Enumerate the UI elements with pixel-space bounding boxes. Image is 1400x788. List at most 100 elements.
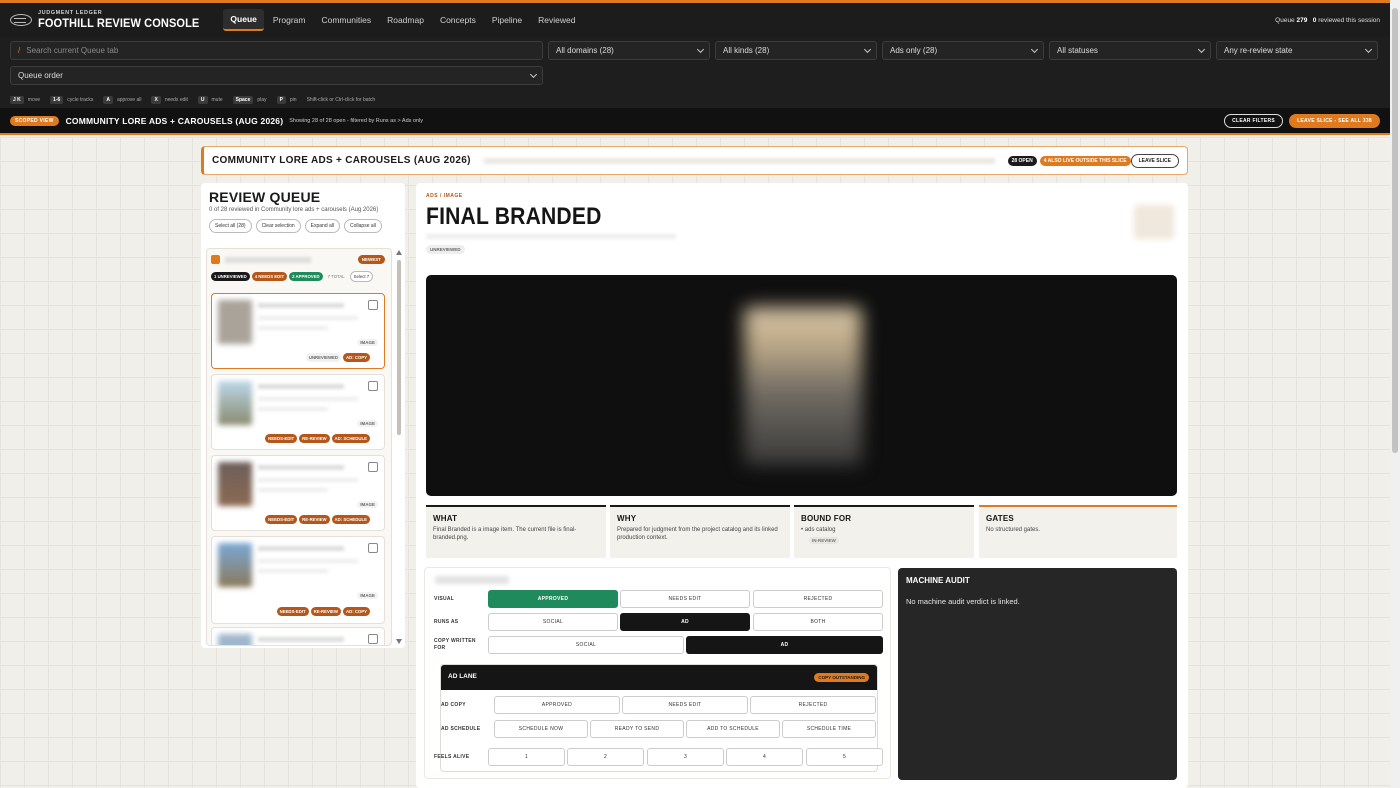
- review-title-blurred: [435, 576, 509, 584]
- nav-queue[interactable]: Queue: [223, 9, 264, 31]
- queue-title: REVIEW QUEUE: [209, 189, 321, 205]
- domain-select[interactable]: All domains (28): [548, 41, 710, 60]
- foothill-logo-icon: [10, 14, 32, 26]
- expand-all-button[interactable]: Expand all: [304, 219, 341, 233]
- schedule-now-button[interactable]: SCHEDULE NOW: [494, 720, 588, 738]
- card-title-blurred: [258, 546, 344, 551]
- visual-rejected-button[interactable]: REJECTED: [753, 590, 883, 608]
- brand-title: FOOTHILL REVIEW CONSOLE: [38, 16, 200, 30]
- clear-selection-button[interactable]: Clear selection: [255, 219, 301, 233]
- ad-copy-approved-button[interactable]: APPROVED: [494, 696, 620, 714]
- banner-leave-button[interactable]: LEAVE SLICE: [1130, 153, 1179, 168]
- copy-social-button[interactable]: SOCIAL: [488, 636, 684, 654]
- feels-alive-3-button[interactable]: 3: [647, 748, 724, 766]
- search-input[interactable]: / Search current Queue tab: [10, 41, 543, 60]
- queue-card[interactable]: IMAGE NEEDS-EDIT RE-REVIEW AD: COPY: [211, 536, 385, 624]
- visual-needs-edit-button[interactable]: NEEDS EDIT: [620, 590, 750, 608]
- nav-communities[interactable]: Communities: [314, 10, 378, 30]
- card-checkbox[interactable]: [368, 300, 378, 310]
- feels-alive-1-button[interactable]: 1: [488, 748, 565, 766]
- runs-ad-button[interactable]: AD: [620, 613, 750, 631]
- schedule-time-button[interactable]: SCHEDULE TIME: [782, 720, 876, 738]
- queue-card[interactable]: IMAGE UNREVIEWED AD: COPY: [211, 293, 385, 369]
- copy-ad-button[interactable]: AD: [686, 636, 883, 654]
- clear-filters-button[interactable]: CLEAR FILTERS: [1224, 113, 1284, 128]
- page-scroll-thumb[interactable]: [1392, 8, 1398, 453]
- card-thumbnail: [218, 300, 252, 344]
- card-checkbox[interactable]: [368, 634, 378, 644]
- ad-copy-label: AD COPY: [441, 702, 466, 708]
- unreviewed-count-pill: 1 UNREVIEWED: [211, 272, 250, 281]
- card-meta-blurred: [258, 559, 358, 563]
- nav-pipeline[interactable]: Pipeline: [485, 10, 529, 30]
- hint-text: cycle tracks: [67, 97, 94, 103]
- preview-image: [744, 307, 862, 465]
- nav-concepts[interactable]: Concepts: [433, 10, 483, 30]
- card-kind: IMAGE: [357, 339, 378, 346]
- ready-to-send-button[interactable]: READY TO SEND: [590, 720, 684, 738]
- bound-card: BOUND FOR • ads catalog IN-REVIEW: [794, 505, 974, 558]
- tag: AD: SCHEDULE: [331, 515, 370, 524]
- card-meta-blurred: [258, 397, 358, 401]
- ads-value: Ads only (28): [890, 46, 938, 55]
- kind-select[interactable]: All kinds (28): [715, 41, 877, 60]
- card-kind: IMAGE: [357, 420, 378, 427]
- group-title-blurred: [225, 257, 311, 263]
- runs-social-button[interactable]: SOCIAL: [488, 613, 618, 631]
- ad-schedule-label: AD SCHEDULE: [441, 726, 481, 732]
- feels-alive-2-button[interactable]: 2: [567, 748, 644, 766]
- status-select[interactable]: All statuses: [1049, 41, 1211, 60]
- card-checkbox[interactable]: [368, 462, 378, 472]
- why-card: WHY Prepared for judgment from the proje…: [610, 505, 790, 558]
- why-heading: WHY: [617, 514, 637, 523]
- hint-key: U: [197, 96, 208, 104]
- leave-slice-button[interactable]: LEAVE SLICE - SEE ALL 338: [1289, 113, 1380, 128]
- ad-copy-rejected-button[interactable]: REJECTED: [750, 696, 876, 714]
- collapse-all-button[interactable]: Collapse all: [344, 219, 382, 233]
- queue-card[interactable]: IMAGE NEEDS-EDIT RE-REVIEW AD: SCHEDULE: [211, 455, 385, 531]
- machine-audit-panel: MACHINE AUDIT No machine audit verdict i…: [898, 568, 1177, 780]
- feels-alive-label: FEELS ALIVE: [434, 754, 470, 760]
- card-thumbnail: [218, 462, 252, 506]
- queue-card[interactable]: IMAGE NEEDS-EDIT RE-REVIEW AD: SCHEDULE: [211, 374, 385, 450]
- order-value: Queue order: [18, 71, 63, 80]
- card-meta-blurred: [258, 407, 328, 411]
- scroll-down-icon[interactable]: [396, 639, 402, 644]
- rereview-select[interactable]: Any re-review state: [1216, 41, 1378, 60]
- add-to-schedule-button[interactable]: ADD TO SCHEDULE: [686, 720, 780, 738]
- scroll-up-icon[interactable]: [396, 250, 402, 255]
- scroll-thumb[interactable]: [397, 260, 401, 435]
- card-title-blurred: [258, 303, 344, 308]
- keyboard-hints: J Kmove 1-6 cycle tracks Aapprove all Xne…: [0, 92, 1390, 108]
- feels-alive-4-button[interactable]: 4: [726, 748, 803, 766]
- slice-subtitle: Showing 28 of 28 open - filtered by Runs…: [289, 117, 424, 124]
- queue-card[interactable]: [211, 627, 385, 645]
- reviewed-count: 0: [1312, 16, 1317, 24]
- queue-scrollbar[interactable]: [395, 248, 403, 646]
- feels-alive-5-button[interactable]: 5: [806, 748, 883, 766]
- collapse-toggle-icon[interactable]: [211, 255, 220, 264]
- ad-copy-needs-edit-button[interactable]: NEEDS EDIT: [622, 696, 748, 714]
- hint-text: pin: [289, 97, 297, 103]
- chevron-down-icon: [1030, 45, 1039, 54]
- order-select[interactable]: Queue order: [10, 66, 543, 85]
- select-all-button[interactable]: Select all (28): [209, 219, 252, 233]
- needs-edit-count-pill: 4 NEEDS EDIT: [251, 272, 288, 281]
- audit-heading: MACHINE AUDIT: [906, 576, 970, 585]
- nav-reviewed[interactable]: Reviewed: [531, 10, 582, 30]
- banner-blurred-text: [482, 157, 996, 164]
- select-group-button[interactable]: Select 7: [349, 271, 374, 282]
- runs-as-label: RUNS AS: [434, 619, 459, 625]
- card-checkbox[interactable]: [368, 543, 378, 553]
- media-preview[interactable]: [426, 275, 1177, 496]
- runs-both-button[interactable]: BOTH: [753, 613, 883, 631]
- page-scrollbar[interactable]: [1390, 0, 1400, 788]
- ads-select[interactable]: Ads only (28): [882, 41, 1044, 60]
- card-thumbnail: [218, 543, 252, 587]
- nav-roadmap[interactable]: Roadmap: [380, 10, 431, 30]
- card-meta-blurred: [258, 478, 358, 482]
- nav-program[interactable]: Program: [266, 10, 313, 30]
- visual-approved-button[interactable]: APPROVED: [488, 590, 618, 608]
- card-checkbox[interactable]: [368, 381, 378, 391]
- group-header[interactable]: NEWEST: [211, 255, 387, 265]
